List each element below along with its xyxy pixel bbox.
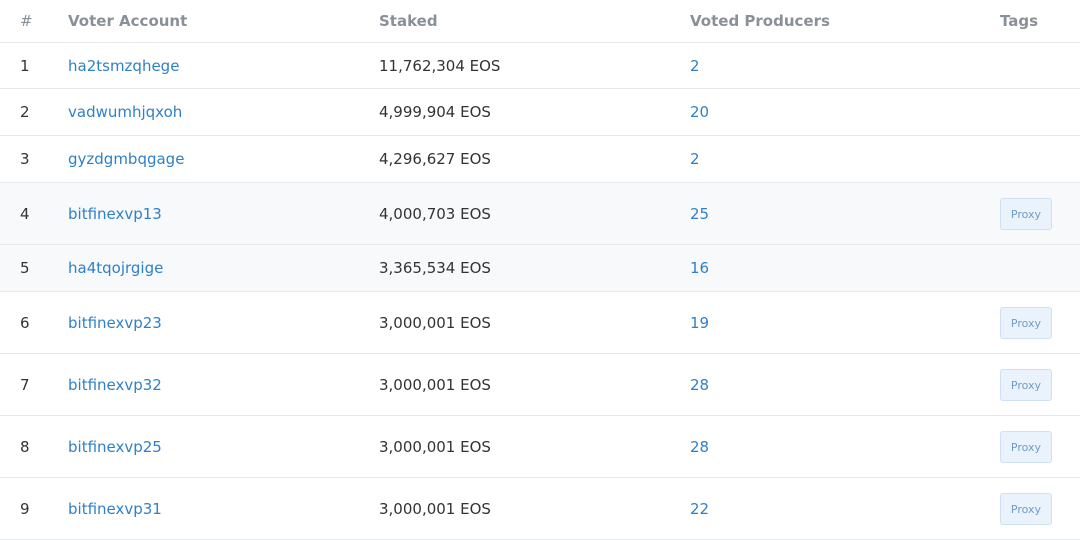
rank-cell: 5	[0, 244, 68, 292]
staked-cell: 3,000,001 EOS	[379, 477, 690, 540]
voter-account-link[interactable]: bitfinexvp31	[68, 500, 162, 518]
voted-producers-link[interactable]: 2	[690, 57, 700, 75]
rank-cell: 9	[0, 477, 68, 540]
table-row: 8 bitfinexvp25 3,000,001 EOS 28 Proxy	[0, 415, 1080, 478]
voter-account-link[interactable]: bitfinexvp25	[68, 438, 162, 456]
voted-producers-link[interactable]: 20	[690, 103, 709, 121]
tags-cell	[1000, 42, 1080, 89]
rank-cell: 6	[0, 291, 68, 354]
staked-cell: 4,296,627 EOS	[379, 135, 690, 183]
table-row: 9 bitfinexvp31 3,000,001 EOS 22 Proxy	[0, 477, 1080, 540]
staked-cell: 3,000,001 EOS	[379, 415, 690, 478]
proxy-badge[interactable]: Proxy	[1000, 197, 1052, 230]
staked-cell: 11,762,304 EOS	[379, 42, 690, 89]
staked-cell: 4,999,904 EOS	[379, 88, 690, 136]
proxy-badge[interactable]: Proxy	[1000, 306, 1052, 339]
rank-cell: 1	[0, 42, 68, 89]
proxy-badge[interactable]: Proxy	[1000, 368, 1052, 401]
proxy-badge[interactable]: Proxy	[1000, 492, 1052, 525]
header-voter-account: Voter Account	[68, 0, 379, 43]
voter-account-link[interactable]: bitfinexvp23	[68, 314, 162, 332]
table-row: 5 ha4tqojrgige 3,365,534 EOS 16	[0, 244, 1080, 292]
table-row: 1 ha2tsmzqhege 11,762,304 EOS 2	[0, 42, 1080, 89]
proxy-badge[interactable]: Proxy	[1000, 430, 1052, 463]
table-row: 3 gyzdgmbqgage 4,296,627 EOS 2	[0, 135, 1080, 183]
table-row: 2 vadwumhjqxoh 4,999,904 EOS 20	[0, 88, 1080, 136]
header-voted-producers: Voted Producers	[690, 0, 1000, 43]
voted-producers-link[interactable]: 19	[690, 314, 709, 332]
voter-account-link[interactable]: ha2tsmzqhege	[68, 57, 179, 75]
rank-cell: 8	[0, 415, 68, 478]
voted-producers-link[interactable]: 22	[690, 500, 709, 518]
voted-producers-link[interactable]: 25	[690, 205, 709, 223]
rank-cell: 4	[0, 182, 68, 245]
voters-table: # Voter Account Staked Voted Producers T…	[0, 0, 1080, 540]
rank-cell: 2	[0, 88, 68, 136]
tags-cell	[1000, 135, 1080, 183]
voter-account-link[interactable]: vadwumhjqxoh	[68, 103, 182, 121]
header-row: # Voter Account Staked Voted Producers T…	[0, 0, 1080, 43]
voted-producers-link[interactable]: 16	[690, 259, 709, 277]
table-header: # Voter Account Staked Voted Producers T…	[0, 0, 1080, 43]
staked-cell: 4,000,703 EOS	[379, 182, 690, 245]
voted-producers-link[interactable]: 2	[690, 150, 700, 168]
rank-cell: 7	[0, 353, 68, 416]
voter-account-link[interactable]: bitfinexvp13	[68, 205, 162, 223]
voter-account-link[interactable]: ha4tqojrgige	[68, 259, 163, 277]
header-staked: Staked	[379, 0, 690, 43]
staked-cell: 3,000,001 EOS	[379, 291, 690, 354]
tags-cell	[1000, 88, 1080, 136]
table-row: 4 bitfinexvp13 4,000,703 EOS 25 Proxy	[0, 182, 1080, 245]
voted-producers-link[interactable]: 28	[690, 376, 709, 394]
staked-cell: 3,000,001 EOS	[379, 353, 690, 416]
tags-cell	[1000, 244, 1080, 292]
staked-cell: 3,365,534 EOS	[379, 244, 690, 292]
table-row: 6 bitfinexvp23 3,000,001 EOS 19 Proxy	[0, 291, 1080, 354]
voted-producers-link[interactable]: 28	[690, 438, 709, 456]
voter-account-link[interactable]: gyzdgmbqgage	[68, 150, 184, 168]
table-body: 1 ha2tsmzqhege 11,762,304 EOS 2 2 vadwum…	[0, 42, 1080, 540]
header-tags: Tags	[1000, 0, 1080, 43]
header-rank: #	[0, 0, 68, 43]
table-row: 7 bitfinexvp32 3,000,001 EOS 28 Proxy	[0, 353, 1080, 416]
rank-cell: 3	[0, 135, 68, 183]
voter-account-link[interactable]: bitfinexvp32	[68, 376, 162, 394]
